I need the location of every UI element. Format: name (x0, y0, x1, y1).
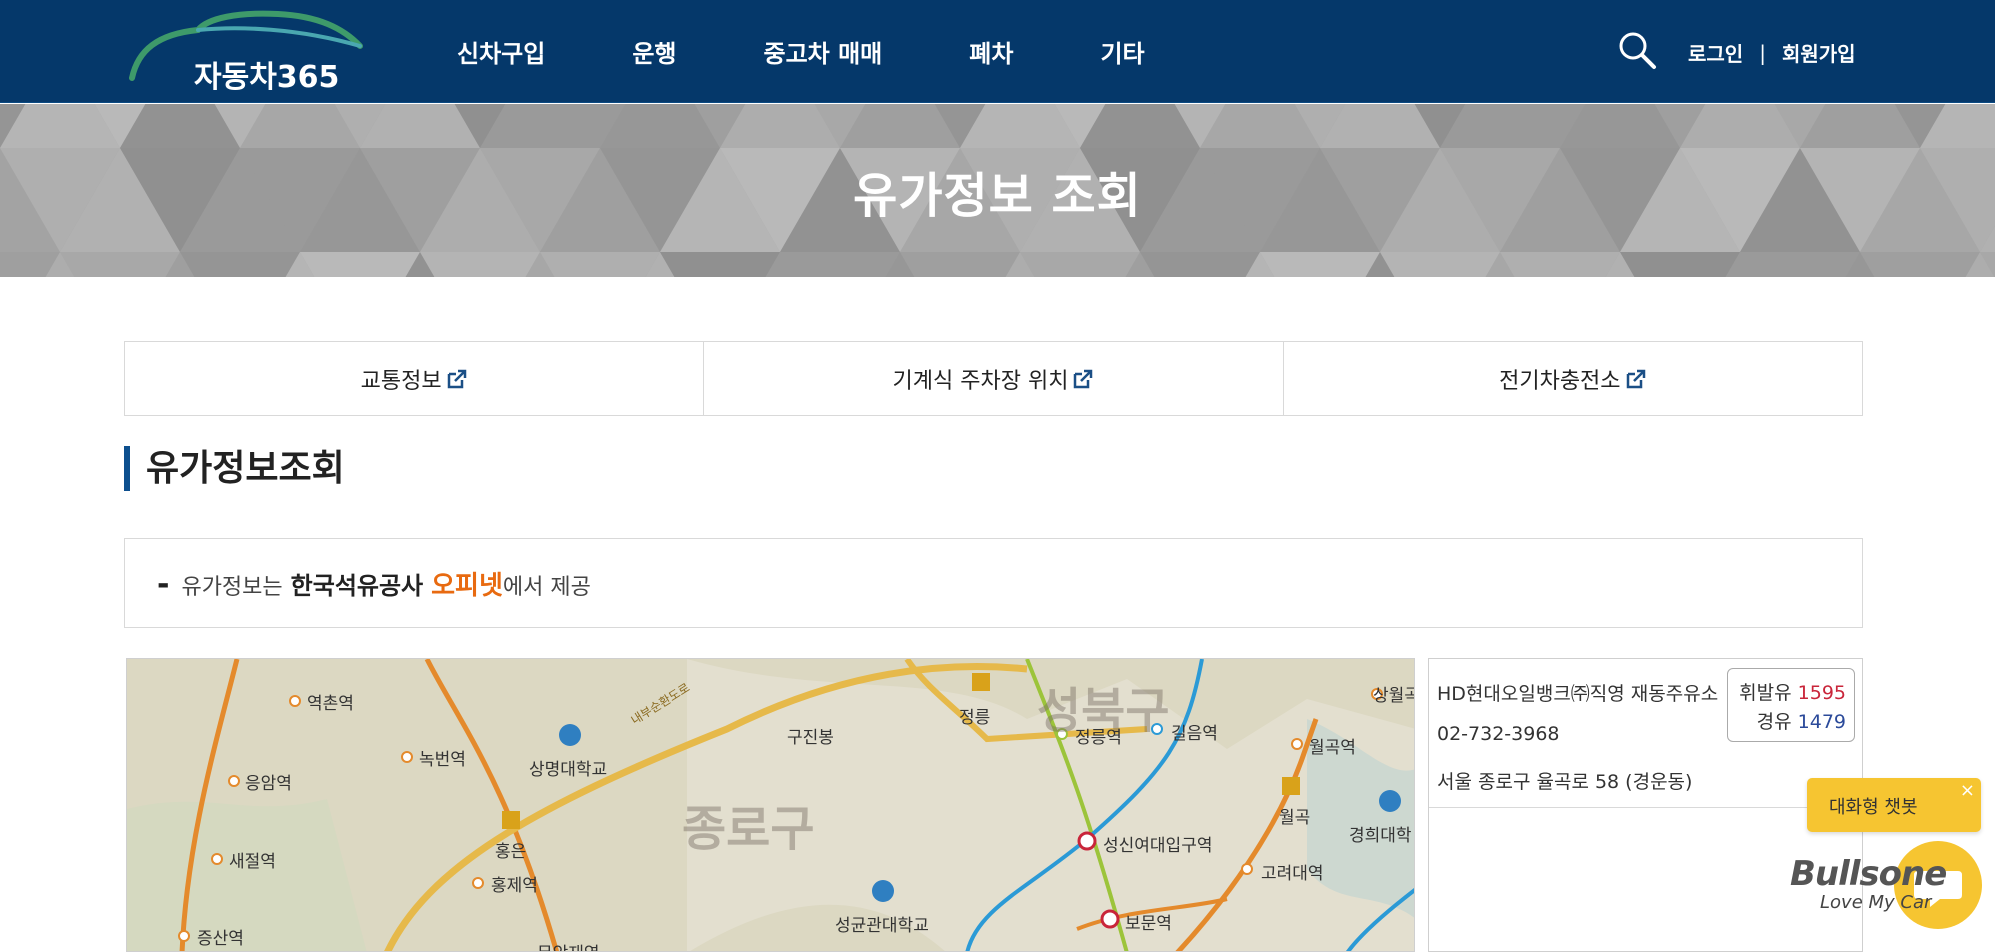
chatbot-brand-logo: Bullsone (1790, 854, 1947, 894)
map-label: 성균관대학교 (835, 916, 929, 936)
map-label: 새절역 (229, 852, 276, 872)
info-box: - 유가정보는 한국석유공사 오피넷 에서 제공 (124, 538, 1863, 628)
external-link-icon (447, 369, 466, 388)
station-panel: HD현대오일뱅크㈜직영 재동주유소 02-732-3968 서울 종로구 율곡로… (1428, 658, 1863, 952)
station-address: 서울 종로구 율곡로 58 (경운동) (1437, 771, 1693, 793)
quick-link-label: 전기차충전소 (1499, 368, 1621, 394)
external-link-icon (1074, 369, 1093, 388)
station-name: HD현대오일뱅크㈜직영 재동주유소 (1437, 683, 1719, 705)
quick-link-label: 교통정보 (360, 368, 442, 394)
map-label: 고려대역 (1261, 864, 1324, 884)
map-label: 무악재역 (537, 939, 600, 951)
nav-item-scrap[interactable]: 폐차 (969, 34, 1013, 69)
map-label: 성신여대입구역 (1103, 836, 1213, 856)
close-icon[interactable]: × (1960, 780, 1975, 801)
price-label: 경유 (1756, 711, 1792, 733)
quick-links: 교통정보 기계식 주차장 위치 전기차충전소 (124, 341, 1863, 416)
section-title: 유가정보조회 (124, 446, 345, 491)
info-suffix: 에서 제공 (502, 575, 591, 600)
map-label: 보문역 (1125, 914, 1172, 934)
map-label: 정릉 (959, 708, 991, 728)
info-service-link[interactable]: 오피넷 (431, 565, 503, 602)
station-phone: 02-732-3968 (1437, 723, 1560, 745)
price-label: 휘발유 (1739, 682, 1792, 704)
external-link-icon (1626, 369, 1645, 388)
chatbot-brand-tagline: Love My Car (1820, 892, 1932, 913)
nav-item-new-car[interactable]: 신차구입 (457, 34, 545, 69)
map-label: 경희대학 (1349, 826, 1412, 846)
site-logo[interactable]: 자동차365 (128, 10, 378, 95)
map-label: 월곡역 (1309, 738, 1356, 758)
auth-links: 로그인 | 회원가입 (1688, 38, 1856, 67)
chatbot-bubble[interactable]: 대화형 챗봇 × (1807, 778, 1981, 832)
auth-separator: | (1759, 40, 1766, 65)
main-nav: 신차구입 운행 중고차 매매 폐차 기타 (457, 0, 1232, 103)
quick-link-ev-charger[interactable]: 전기차충전소 (1284, 342, 1862, 415)
page-banner: 유가정보 조회 (0, 104, 1995, 277)
fuel-map[interactable]: 종로구 성북구 역촌역 녹번역 상명대학교 응암역 새절역 증산역 홍은 홍제역… (126, 658, 1415, 952)
map-label: 상명대학교 (529, 760, 608, 780)
quick-link-traffic[interactable]: 교통정보 (125, 342, 705, 415)
map-label: 홍제역 (491, 876, 538, 896)
nav-item-driving[interactable]: 운행 (632, 34, 676, 69)
info-agency: 한국석유공사 (290, 572, 424, 600)
map-label: 구진봉 (787, 728, 834, 748)
site-header: 자동차365 신차구입 운행 중고차 매매 폐차 기타 로그인 | 회원가입 (0, 0, 1995, 103)
map-label: 월곡 (1279, 808, 1311, 828)
map-label: 정릉역 (1075, 728, 1122, 748)
quick-link-parking[interactable]: 기계식 주차장 위치 (704, 342, 1284, 415)
search-icon[interactable] (1617, 30, 1657, 70)
info-prefix: 유가정보는 (181, 575, 283, 600)
page-title: 유가정보 조회 (853, 168, 1142, 224)
nav-item-etc[interactable]: 기타 (1100, 34, 1144, 69)
station-card[interactable]: HD현대오일뱅크㈜직영 재동주유소 02-732-3968 서울 종로구 율곡로… (1429, 659, 1862, 808)
login-link[interactable]: 로그인 (1688, 38, 1743, 67)
price-box: 휘발유 1595 경유 1479 (1727, 668, 1855, 742)
info-line: - 유가정보는 한국석유공사 오피넷 에서 제공 (157, 565, 591, 602)
nav-item-used-car[interactable]: 중고차 매매 (764, 34, 883, 69)
price-row-gasoline: 휘발유 1595 (1728, 679, 1846, 708)
chatbot-label: 대화형 챗봇 (1829, 797, 1918, 818)
logo-text: 자동차365 (194, 60, 340, 95)
info-dash: - (157, 567, 170, 602)
map-label: 응암역 (245, 774, 292, 794)
map-label: 역촌역 (307, 694, 354, 714)
map-district-label: 종로구 (682, 801, 815, 857)
map-label: 상월곡 (1373, 686, 1414, 706)
price-value: 1479 (1797, 711, 1846, 733)
map-label: 홍은 (495, 842, 527, 862)
signup-link[interactable]: 회원가입 (1782, 38, 1856, 67)
map-label: 증산역 (197, 929, 244, 949)
map-label: 길음역 (1171, 724, 1218, 744)
price-row-diesel: 경유 1479 (1728, 708, 1846, 737)
quick-link-label: 기계식 주차장 위치 (892, 368, 1069, 394)
map-label: 녹번역 (419, 750, 466, 770)
price-value: 1595 (1797, 682, 1846, 704)
